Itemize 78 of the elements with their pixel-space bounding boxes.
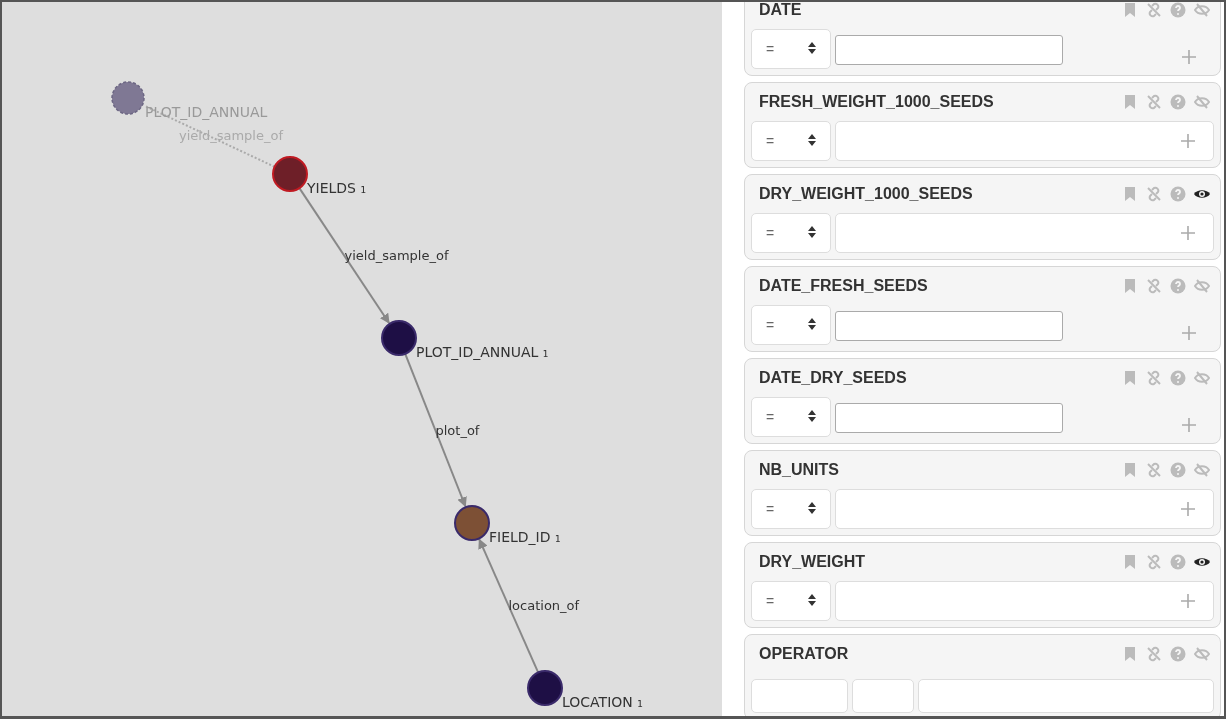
add-icon[interactable] bbox=[1181, 594, 1195, 608]
operator-select[interactable]: = bbox=[751, 581, 831, 621]
node-label: FIELD_ID ₁ bbox=[489, 529, 561, 545]
field-name: FRESH_WEIGHT_1000_SEEDS bbox=[759, 93, 995, 111]
unit-select[interactable] bbox=[852, 679, 914, 713]
add-icon[interactable] bbox=[1182, 50, 1196, 64]
operator-select[interactable]: = bbox=[751, 305, 831, 345]
graph-node[interactable] bbox=[454, 505, 490, 541]
field-name: OPERATOR bbox=[759, 645, 850, 663]
sort-icon bbox=[808, 42, 816, 56]
help-icon[interactable] bbox=[1170, 554, 1186, 570]
bookmark-icon[interactable] bbox=[1122, 462, 1138, 478]
unlink-icon[interactable] bbox=[1146, 554, 1162, 570]
eye-slash-icon[interactable] bbox=[1194, 370, 1210, 386]
unlink-icon[interactable] bbox=[1146, 2, 1162, 18]
unlink-icon[interactable] bbox=[1146, 278, 1162, 294]
add-icon[interactable] bbox=[1182, 326, 1196, 340]
sort-icon bbox=[808, 318, 816, 332]
graph-node[interactable] bbox=[272, 156, 308, 192]
edge-label: plot_of bbox=[435, 422, 480, 438]
unlink-icon[interactable] bbox=[1146, 370, 1162, 386]
node-label: LOCATION ₁ bbox=[562, 694, 643, 710]
operator-select[interactable]: = bbox=[751, 213, 831, 253]
field-name: DRY_WEIGHT_1000_SEEDS bbox=[759, 185, 974, 203]
help-icon[interactable] bbox=[1170, 370, 1186, 386]
add-icon[interactable] bbox=[1181, 134, 1195, 148]
graph-node[interactable] bbox=[111, 81, 145, 115]
add-icon[interactable] bbox=[1181, 502, 1195, 516]
date-input[interactable] bbox=[835, 311, 1063, 341]
operator-select[interactable]: = bbox=[751, 397, 831, 437]
value-input[interactable] bbox=[835, 489, 1214, 529]
field-name: DATE bbox=[759, 2, 803, 19]
operator-select[interactable]: = bbox=[751, 29, 831, 69]
bookmark-icon[interactable] bbox=[1122, 2, 1138, 18]
unlink-icon[interactable] bbox=[1146, 94, 1162, 110]
help-icon[interactable] bbox=[1170, 2, 1186, 18]
bookmark-icon[interactable] bbox=[1122, 554, 1138, 570]
field-name: NB_UNITS bbox=[759, 461, 840, 479]
sort-icon bbox=[808, 410, 816, 424]
value-input[interactable] bbox=[835, 121, 1214, 161]
unlink-icon[interactable] bbox=[1146, 462, 1162, 478]
date-input[interactable] bbox=[835, 35, 1063, 65]
eye-slash-icon[interactable] bbox=[1194, 2, 1210, 18]
eye-slash-icon[interactable] bbox=[1194, 278, 1210, 294]
value-input[interactable] bbox=[918, 679, 1214, 713]
add-icon[interactable] bbox=[1182, 418, 1196, 432]
node-label: YIELDS ₁ bbox=[307, 180, 367, 196]
bookmark-icon[interactable] bbox=[1122, 278, 1138, 294]
field-name: DATE_FRESH_SEEDS bbox=[759, 277, 929, 295]
bookmark-icon[interactable] bbox=[1122, 646, 1138, 662]
date-input[interactable] bbox=[835, 403, 1063, 433]
add-icon[interactable] bbox=[1181, 226, 1195, 240]
node-label: PLOT_ID_ANNUAL bbox=[145, 104, 268, 120]
edge-label: location_of bbox=[508, 597, 580, 613]
eye-slash-icon[interactable] bbox=[1194, 646, 1210, 662]
edge-label: yield_sample_of bbox=[344, 248, 449, 263]
help-icon[interactable] bbox=[1170, 462, 1186, 478]
value-input[interactable] bbox=[835, 213, 1214, 253]
graph-node[interactable] bbox=[527, 670, 563, 706]
bookmark-icon[interactable] bbox=[1122, 186, 1138, 202]
eye-slash-icon[interactable] bbox=[1194, 94, 1210, 110]
operator-select[interactable] bbox=[751, 679, 848, 713]
value-input[interactable] bbox=[835, 581, 1214, 621]
field-name: DATE_DRY_SEEDS bbox=[759, 369, 908, 387]
help-icon[interactable] bbox=[1170, 278, 1186, 294]
help-icon[interactable] bbox=[1170, 646, 1186, 662]
node-label: PLOT_ID_ANNUAL ₁ bbox=[416, 344, 549, 360]
field-name: DRY_WEIGHT bbox=[759, 553, 867, 571]
help-icon[interactable] bbox=[1170, 186, 1186, 202]
bookmark-icon[interactable] bbox=[1122, 370, 1138, 386]
unlink-icon[interactable] bbox=[1146, 646, 1162, 662]
unlink-icon[interactable] bbox=[1146, 186, 1162, 202]
eye-slash-icon[interactable] bbox=[1194, 462, 1210, 478]
operator-select[interactable]: = bbox=[751, 121, 831, 161]
help-icon[interactable] bbox=[1170, 94, 1186, 110]
graph-node[interactable] bbox=[381, 320, 417, 356]
operator-select[interactable]: = bbox=[751, 489, 831, 529]
bookmark-icon[interactable] bbox=[1122, 94, 1138, 110]
